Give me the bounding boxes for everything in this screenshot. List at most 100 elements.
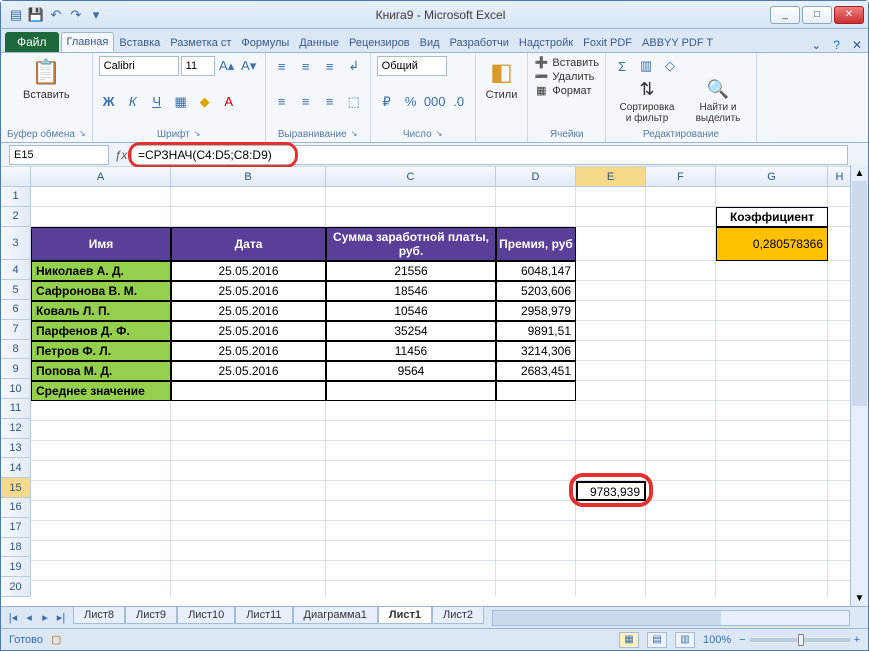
redo-icon[interactable]: ↷ <box>67 6 85 24</box>
row-header[interactable]: 2 <box>1 207 30 227</box>
select-all-button[interactable] <box>1 167 31 186</box>
sheet-tab[interactable]: Диаграмма1 <box>293 607 378 624</box>
cell-date[interactable]: 25.05.2016 <box>171 321 326 341</box>
tab-nav-prev-icon[interactable]: ◂ <box>21 610 37 626</box>
insert-cells-button[interactable]: ➕Вставить <box>534 56 599 69</box>
cell-bonus[interactable]: 3214,306 <box>496 341 576 361</box>
cell-bonus[interactable]: 9891,51 <box>496 321 576 341</box>
ribbon-minimize-icon[interactable]: ⌄ <box>805 38 827 52</box>
col-header-F[interactable]: F <box>646 167 716 186</box>
cell-name[interactable]: Парфенов Д. Ф. <box>31 321 171 341</box>
tab-formulas[interactable]: Формулы <box>236 34 294 52</box>
align-right-icon[interactable]: ≡ <box>320 92 340 112</box>
merge-icon[interactable]: ⬚ <box>344 92 364 112</box>
fill-icon[interactable]: ▥ <box>636 56 656 76</box>
vscroll-thumb[interactable] <box>852 181 867 406</box>
sheet-tab[interactable]: Лист1 <box>378 607 432 624</box>
clipboard-dialog-icon[interactable]: ↘ <box>79 129 86 140</box>
row-header[interactable]: 11 <box>1 399 30 419</box>
row-header[interactable]: 19 <box>1 557 30 577</box>
cell-salary[interactable]: 9564 <box>326 361 496 381</box>
col-header-G[interactable]: G <box>716 167 828 186</box>
fill-color-icon[interactable]: ◆ <box>195 92 215 112</box>
row-header[interactable]: 9 <box>1 359 30 379</box>
inc-dec-icon[interactable]: .0 <box>449 92 469 112</box>
tab-developer[interactable]: Разработчи <box>445 34 514 52</box>
formula-input[interactable]: =СРЗНАЧ(C4:D5;C8:D9) <box>131 145 848 165</box>
cell-date[interactable]: 25.05.2016 <box>171 301 326 321</box>
row-header[interactable]: 3 <box>1 227 30 261</box>
sort-filter-button[interactable]: ⇅Сортировка и фильтр <box>612 77 682 126</box>
row-header[interactable]: 20 <box>1 577 30 597</box>
format-cells-button[interactable]: ▦Формат <box>534 84 599 97</box>
zoom-in-icon[interactable]: + <box>854 634 860 646</box>
view-normal-icon[interactable]: ▦ <box>619 632 639 648</box>
tab-data[interactable]: Данные <box>294 34 344 52</box>
save-icon[interactable]: 💾 <box>27 6 45 24</box>
cell-date[interactable]: 25.05.2016 <box>171 361 326 381</box>
cell-C10[interactable] <box>326 381 496 401</box>
row-header[interactable]: 10 <box>1 379 30 399</box>
cell-salary[interactable]: 35254 <box>326 321 496 341</box>
scroll-up-icon[interactable]: ▲ <box>851 165 868 181</box>
align-top-icon[interactable]: ≡ <box>272 56 292 76</box>
col-header-A[interactable]: A <box>31 167 171 186</box>
cell-B10[interactable] <box>171 381 326 401</box>
scroll-down-icon[interactable]: ▼ <box>851 590 868 606</box>
cell-bonus[interactable]: 2958,979 <box>496 301 576 321</box>
align-mid-icon[interactable]: ≡ <box>296 56 316 76</box>
font-size-combo[interactable]: 11 <box>181 56 215 76</box>
col-header-E[interactable]: E <box>576 167 646 186</box>
cell-salary[interactable]: 18546 <box>326 281 496 301</box>
minimize-button[interactable]: _ <box>770 6 800 24</box>
currency-icon[interactable]: ₽ <box>377 92 397 112</box>
sheet-tab[interactable]: Лист2 <box>432 607 484 624</box>
align-left-icon[interactable]: ≡ <box>272 92 292 112</box>
delete-cells-button[interactable]: ➖Удалить <box>534 70 599 83</box>
zoom-slider[interactable] <box>750 638 850 642</box>
sheet-tab[interactable]: Лист8 <box>73 607 125 624</box>
view-layout-icon[interactable]: ▤ <box>647 632 667 648</box>
cell-name[interactable]: Попова М. Д. <box>31 361 171 381</box>
cell-salary[interactable]: 11456 <box>326 341 496 361</box>
tab-foxit[interactable]: Foxit PDF <box>578 34 637 52</box>
sheet-tab[interactable]: Лист10 <box>177 607 235 624</box>
close-button[interactable]: ✕ <box>834 6 864 24</box>
workbook-close-icon[interactable]: ✕ <box>846 38 868 52</box>
row-header[interactable]: 5 <box>1 280 30 300</box>
row-header[interactable]: 13 <box>1 439 30 459</box>
tab-abbyy[interactable]: ABBYY PDF T <box>637 34 718 52</box>
cell-G3[interactable]: 0,280578366 <box>716 227 828 261</box>
tab-addins[interactable]: Надстройк <box>514 34 578 52</box>
cell-name[interactable]: Петров Ф. Л. <box>31 341 171 361</box>
tab-view[interactable]: Вид <box>415 34 445 52</box>
active-cell[interactable]: 9783,939 <box>576 481 646 501</box>
zoom-out-icon[interactable]: − <box>739 634 745 646</box>
row-header[interactable]: 7 <box>1 320 30 340</box>
font-color-icon[interactable]: A <box>219 92 239 112</box>
fx-icon[interactable]: ƒx <box>111 148 131 162</box>
help-icon[interactable]: ? <box>827 38 846 52</box>
number-dialog-icon[interactable]: ↘ <box>436 129 443 140</box>
header-date[interactable]: Дата <box>171 227 326 261</box>
col-header-D[interactable]: D <box>496 167 576 186</box>
cell-D10[interactable] <box>496 381 576 401</box>
row-header[interactable]: 6 <box>1 300 30 320</box>
macro-record-icon[interactable]: ▢ <box>51 633 61 646</box>
col-header-C[interactable]: C <box>326 167 496 186</box>
cell-salary[interactable]: 21556 <box>326 261 496 281</box>
hscroll-thumb[interactable] <box>493 611 721 625</box>
cell-G2[interactable]: Коэффициент <box>716 207 828 227</box>
tab-review[interactable]: Рецензиров <box>344 34 415 52</box>
horizontal-scrollbar[interactable] <box>492 610 850 626</box>
file-tab[interactable]: Файл <box>5 32 59 52</box>
align-bot-icon[interactable]: ≡ <box>320 56 340 76</box>
shrink-font-icon[interactable]: A▾ <box>239 56 259 76</box>
cell-name[interactable]: Николаев А. Д. <box>31 261 171 281</box>
cells-grid[interactable]: Коэффициент Имя Дата Сумма заработной пл… <box>31 187 868 597</box>
tab-home[interactable]: Главная <box>61 32 115 52</box>
tab-nav-first-icon[interactable]: |◂ <box>5 610 21 626</box>
alignment-dialog-icon[interactable]: ↘ <box>351 129 358 140</box>
tab-insert[interactable]: Вставка <box>114 34 165 52</box>
row-header[interactable]: 17 <box>1 518 30 538</box>
